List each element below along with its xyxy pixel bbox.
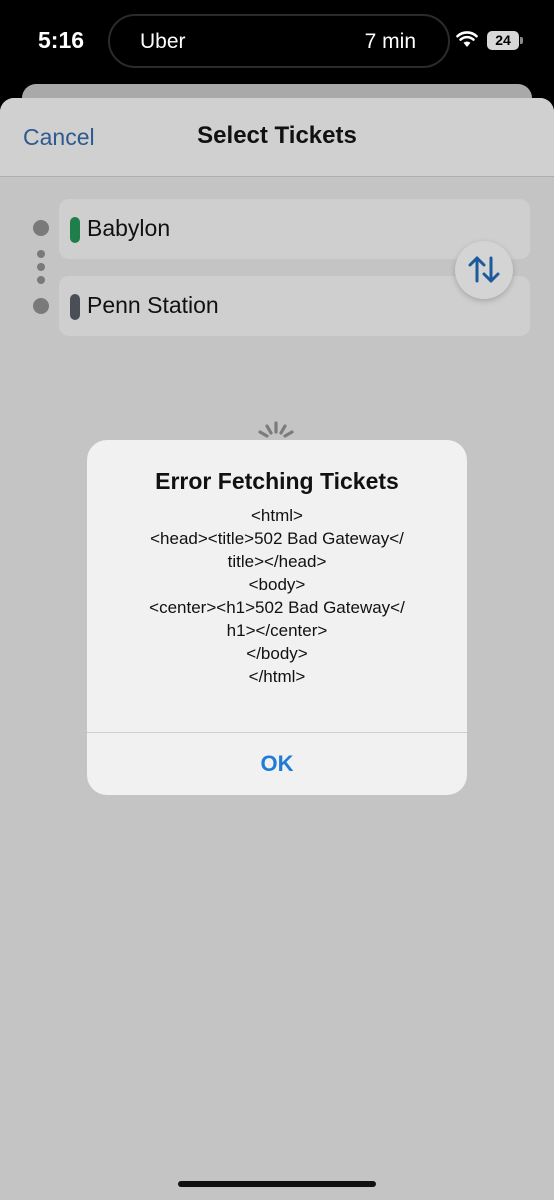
connector-dot-icon [37,263,45,271]
alert-message-line: <center><h1>502 Bad Gateway</ [149,598,405,617]
wifi-icon [456,31,478,47]
live-activity-app: Uber [140,30,186,53]
status-bar: 5:16 Uber 7 min 24 [0,0,554,88]
line-color-badge [70,217,80,243]
alert-message-line: <html> [251,506,303,525]
origin-station-name: Babylon [87,215,171,241]
connector-dot-icon [37,276,45,284]
alert-message-line: <head><title>502 Bad Gateway</ [150,529,404,548]
alert-message-line: title></head> [227,552,327,571]
error-alert: Error Fetching Tickets <html> <head><tit… [87,440,467,795]
destination-dot-icon [33,298,49,314]
alert-message-line: </body> [246,644,308,663]
battery-icon: 24 [487,31,523,50]
alert-message-line: </html> [248,667,306,686]
swap-stations-button[interactable] [455,241,513,299]
origin-dot-icon [33,220,49,236]
loading-spinner-icon [258,421,294,438]
page-title: Select Tickets [197,122,357,149]
line-color-badge [70,294,80,320]
alert-message: <html> <head><title>502 Bad Gateway</ ti… [107,504,447,688]
connector-dot-icon [37,250,45,258]
alert-message-line: <body> [248,575,306,594]
ok-button[interactable]: OK [87,733,467,795]
swap-arrows-icon [468,256,500,283]
alert-title: Error Fetching Tickets [155,468,399,494]
dynamic-island[interactable]: Uber 7 min [108,14,450,68]
destination-station-name: Penn Station [87,292,219,318]
alert-message-line: h1></center> [226,621,328,640]
home-indicator[interactable] [178,1181,376,1187]
status-time: 5:16 [38,27,85,53]
live-activity-eta: 7 min [364,30,416,53]
navigation-bar: Cancel Select Tickets [0,98,554,177]
